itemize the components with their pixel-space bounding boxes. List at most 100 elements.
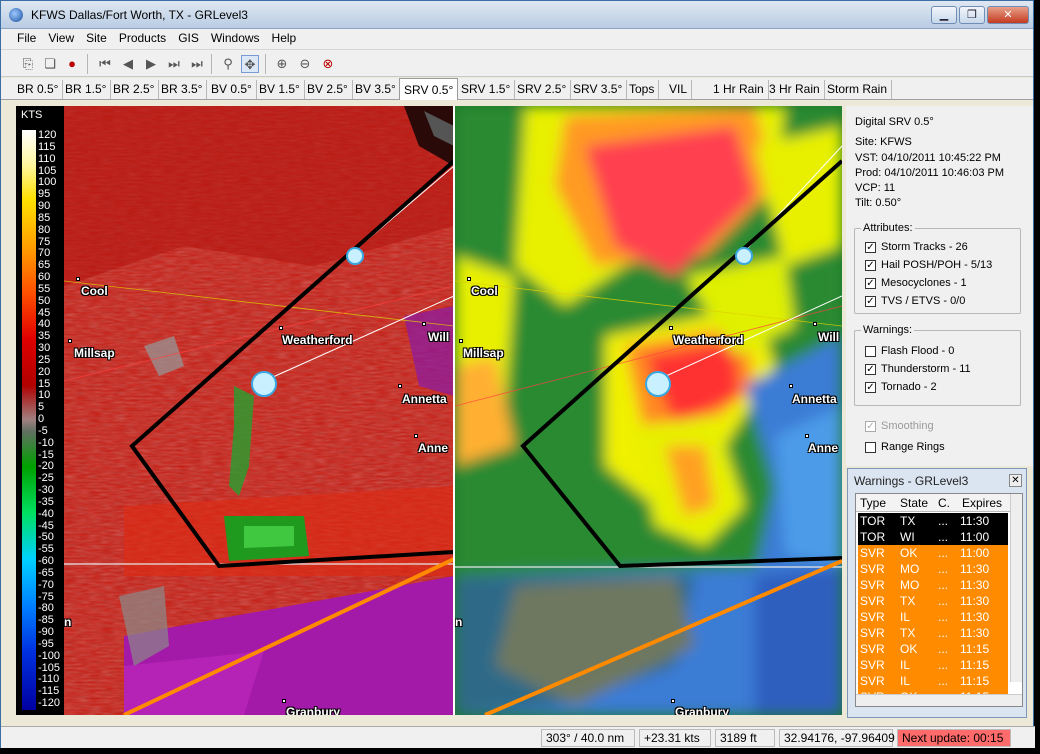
checkbox-storm-tracks[interactable]: ✓ (865, 241, 876, 253)
city-marker-granbury-r (671, 699, 675, 703)
tab-3-hr-rain[interactable]: 3 Hr Rain (765, 80, 825, 99)
table-row[interactable]: SVRMO...11:30 PM (858, 577, 1008, 606)
column-type[interactable]: Type (860, 496, 886, 510)
menu-help[interactable]: Help (266, 29, 303, 49)
tab-bv-2-5[interactable]: BV 2.5° (303, 80, 353, 99)
tab-br-1-5[interactable]: BR 1.5° (61, 80, 112, 99)
column-expires[interactable]: Expires (962, 496, 1002, 510)
warn-thunderstorm[interactable]: ✓ Thunderstorm - 11 (865, 363, 971, 375)
tab-bv-3-5[interactable]: BV 3.5° (351, 80, 401, 99)
menu-products[interactable]: Products (113, 29, 172, 49)
window-controls: ▁ ❐ ✕ (931, 6, 1029, 24)
label-flash-flood: Flash Flood - 0 (881, 345, 955, 357)
table-row[interactable]: SVRMO...11:30 PM (858, 561, 1008, 590)
tab-srv-2-5[interactable]: SRV 2.5° (513, 80, 572, 99)
minimize-button[interactable]: ▁ (931, 6, 957, 24)
tab-br-3-5[interactable]: BR 3.5° (157, 80, 208, 99)
table-row[interactable]: TORTX...11:30 PM (858, 513, 1008, 542)
warn-tornado[interactable]: ✓ Tornado - 2 (865, 381, 937, 393)
tab-bv-1-5[interactable]: BV 1.5° (255, 80, 305, 99)
app-window: KFWS Dallas/Fort Worth, TX - GRLevel3 ▁ … (0, 0, 1035, 748)
tab-srv-1-5[interactable]: SRV 1.5° (457, 80, 516, 99)
reflectivity-radar-pane[interactable]: Cool Millsap Weatherford Will Annetta An… (455, 106, 842, 715)
city-label-weatherford-r: Weatherford (673, 333, 744, 347)
warn-flash-flood[interactable]: Flash Flood - 0 (865, 345, 954, 357)
tab-tops[interactable]: Tops (625, 80, 660, 99)
checkbox-flash-flood[interactable] (865, 345, 876, 357)
checkbox-hail[interactable]: ✓ (865, 259, 876, 271)
legend-label: 70 (38, 247, 51, 260)
cell-c: ... (938, 658, 949, 672)
warnings-table[interactable]: Type State C. Expires TORTX...11:30 PMTO… (855, 493, 1023, 707)
tab-bv-0-5[interactable]: BV 0.5° (207, 80, 257, 99)
menu-file[interactable]: File (11, 29, 42, 49)
last-frame-icon[interactable]: ⏭ (188, 55, 206, 73)
legend-label: -115 (38, 685, 60, 698)
attributes-group: Attributes: ✓ Storm Tracks - 26 ✓ Hail P… (854, 222, 1021, 314)
tab-vil[interactable]: VIL (665, 80, 693, 99)
menu-site[interactable]: Site (80, 29, 113, 49)
legend-label: 60 (38, 271, 51, 284)
tab-srv-3-5[interactable]: SRV 3.5° (569, 80, 628, 99)
warnings-horizontal-scrollbar[interactable] (856, 694, 1022, 706)
attr-mesocyclones[interactable]: ✓ Mesocyclones - 1 (865, 277, 967, 289)
table-row[interactable]: TORWI...11:00 PM (858, 529, 1008, 558)
table-row[interactable]: SVROK...11:15 PM (858, 641, 1008, 670)
previous-frame-icon[interactable]: ◀ (119, 55, 137, 73)
menu-gis[interactable]: GIS (172, 29, 205, 49)
table-row[interactable]: SVRIL...11:15 PM (858, 673, 1008, 702)
zoom-out-icon[interactable]: ⊖ (296, 55, 314, 73)
attr-storm-tracks[interactable]: ✓ Storm Tracks - 26 (865, 241, 968, 253)
attr-tvs[interactable]: ✓ TVS / ETVS - 0/0 (865, 295, 965, 307)
zoom-reset-icon[interactable]: ⊗ (319, 55, 337, 73)
tab-br-0-5[interactable]: BR 0.5° (13, 80, 64, 99)
range-rings-option[interactable]: Range Rings (865, 441, 945, 453)
table-row[interactable]: SVRTX...11:30 PM (858, 593, 1008, 622)
status-azimuth: 303° / 40.0 nm (541, 729, 635, 747)
tilt-line: Tilt: 0.50° (855, 197, 902, 209)
checkbox-smoothing[interactable]: ✓ (865, 420, 876, 432)
checkbox-mesocyclones[interactable]: ✓ (865, 277, 876, 289)
warnings-vertical-scrollbar[interactable] (1010, 494, 1022, 682)
next-frame-icon[interactable]: ⏭ (165, 55, 183, 73)
status-height: 3189 ft (715, 729, 775, 747)
warnings-close-button[interactable]: ✕ (1009, 474, 1022, 487)
zoom-icon[interactable]: ⚲ (219, 55, 237, 73)
checkbox-range-rings[interactable] (865, 441, 876, 453)
tab-storm-rain[interactable]: Storm Rain (823, 80, 893, 99)
label-tvs: TVS / ETVS - 0/0 (881, 295, 966, 307)
attr-hail[interactable]: ✓ Hail POSH/POH - 5/13 (865, 259, 992, 271)
close-button[interactable]: ✕ (987, 6, 1029, 24)
pan-icon[interactable]: ✥ (241, 55, 259, 73)
column-state[interactable]: State (900, 496, 928, 510)
checkbox-tvs[interactable]: ✓ (865, 295, 876, 307)
checkbox-tornado[interactable]: ✓ (865, 381, 876, 393)
first-frame-icon[interactable]: ⏮ (96, 55, 114, 73)
play-icon[interactable]: ▶ (142, 55, 160, 73)
legend-label: 95 (38, 188, 51, 201)
checkbox-thunderstorm[interactable]: ✓ (865, 363, 876, 375)
vcp-line: VCP: 11 (855, 182, 896, 194)
table-row[interactable]: SVRIL...11:15 PM (858, 657, 1008, 686)
cell-type: SVR (860, 674, 885, 688)
table-row[interactable]: SVRIL...11:30 PM (858, 609, 1008, 638)
copy-icon[interactable]: ⎘ (19, 55, 37, 73)
menu-view[interactable]: View (42, 29, 80, 49)
copy-all-icon[interactable]: ❏ (41, 55, 59, 73)
smoothing-option[interactable]: ✓ Smoothing (865, 420, 934, 432)
product-info-panel: Digital SRV 0.5° Site: KFWS VST: 04/10/2… (846, 106, 1033, 466)
column-c[interactable]: C. (938, 496, 950, 510)
tab-br-2-5[interactable]: BR 2.5° (109, 80, 160, 99)
maximize-button[interactable]: ❐ (959, 6, 985, 24)
tab-1-hr-rain[interactable]: 1 Hr Rain (709, 80, 769, 99)
srv-radar-pane[interactable]: Cool Millsap Weatherford Will Annetta An… (64, 106, 454, 715)
table-row[interactable]: SVRTX...11:30 PM (858, 625, 1008, 654)
title-bar[interactable]: KFWS Dallas/Fort Worth, TX - GRLevel3 ▁ … (1, 1, 1033, 29)
zoom-in-icon[interactable]: ⊕ (273, 55, 291, 73)
menu-windows[interactable]: Windows (205, 29, 266, 49)
city-label-weatherford: Weatherford (282, 333, 353, 347)
record-icon[interactable]: ● (63, 55, 81, 73)
warnings-window[interactable]: Warnings - GRLevel3 ✕ Type State C. Expi… (847, 468, 1027, 718)
tab-srv-0-5[interactable]: SRV 0.5° (399, 78, 459, 100)
table-row[interactable]: SVROK...11:00 PM (858, 545, 1008, 574)
